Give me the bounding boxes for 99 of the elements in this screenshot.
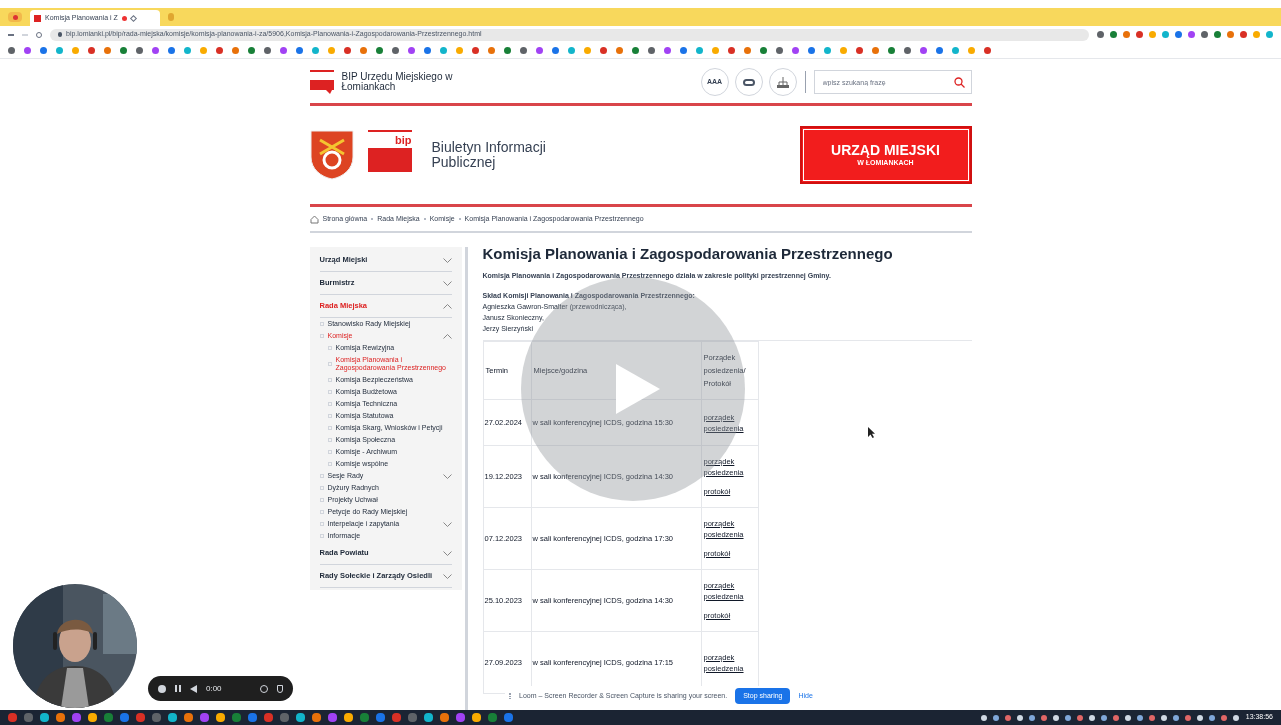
- bip-logo[interactable]: [309, 70, 334, 94]
- recording-time: 0:00: [206, 682, 222, 695]
- bip-logo-block: [367, 148, 412, 172]
- bullet-icon: [319, 322, 324, 326]
- bookmark-icon[interactable]: [280, 47, 287, 54]
- rewind-icon[interactable]: [190, 684, 197, 693]
- chevron-down-icon[interactable]: [442, 280, 452, 286]
- bookmark-icon[interactable]: [392, 47, 399, 54]
- bullet-icon: [327, 402, 332, 406]
- bookmark-icon[interactable]: [472, 47, 479, 54]
- bullet-icon: [319, 534, 324, 538]
- bookmark-icon[interactable]: [616, 47, 623, 54]
- bullet-icon: [319, 510, 324, 514]
- page-title: Komisja Planowania i Zagospodarowania Przestrzennego: [482, 245, 894, 263]
- bookmark-icon[interactable]: [952, 47, 959, 54]
- bookmark-icon[interactable]: [232, 47, 239, 54]
- audio-icon: [121, 15, 127, 21]
- chevron-up-icon[interactable]: [442, 303, 452, 309]
- bookmark-icon[interactable]: [184, 47, 191, 54]
- bullet-icon: [327, 390, 332, 394]
- bookmark-icon[interactable]: [680, 47, 687, 54]
- bullet-icon: [327, 462, 332, 466]
- bookmark-icon[interactable]: [56, 47, 63, 54]
- bookmark-icon[interactable]: [904, 47, 911, 54]
- bookmark-icon[interactable]: [728, 47, 735, 54]
- bookmark-icon[interactable]: [632, 47, 639, 54]
- bookmark-icon[interactable]: [856, 47, 863, 54]
- favicon-icon: [34, 14, 41, 22]
- bookmark-icon[interactable]: [296, 47, 303, 54]
- bullet-icon: [327, 438, 332, 442]
- bookmark-icon[interactable]: [568, 47, 575, 54]
- bookmark-icon[interactable]: [648, 47, 655, 54]
- bookmark-icon[interactable]: [536, 47, 543, 54]
- bullet-icon: [327, 450, 332, 454]
- sitemap-icon: [776, 76, 789, 88]
- bookmark-icon[interactable]: [168, 47, 175, 54]
- bullet-icon: [327, 414, 332, 418]
- bookmark-icon[interactable]: [920, 47, 927, 54]
- bookmark-icon[interactable]: [776, 47, 783, 54]
- bookmark-icon[interactable]: [936, 47, 943, 54]
- bullet-icon: [319, 474, 324, 478]
- play-icon: [615, 364, 660, 414]
- bookmark-icon[interactable]: [104, 47, 111, 54]
- chevron-down-icon[interactable]: [442, 521, 452, 527]
- site-name[interactable]: BIP Urzędu Miejskiego w Łomiankach: [341, 72, 492, 92]
- bullet-icon: [319, 522, 324, 526]
- chevron-down-icon[interactable]: [442, 550, 452, 556]
- bookmark-icon[interactable]: [376, 47, 383, 54]
- back-icon[interactable]: [8, 33, 14, 36]
- bookmark-icon[interactable]: [8, 47, 15, 54]
- bookmark-icon[interactable]: [216, 47, 223, 54]
- bookmark-icon[interactable]: [88, 47, 95, 54]
- bookmark-icon[interactable]: [120, 47, 127, 54]
- bookmark-icon[interactable]: [264, 47, 271, 54]
- bookmark-icon[interactable]: [360, 47, 367, 54]
- bookmark-icon[interactable]: [760, 47, 767, 54]
- bookmark-icon[interactable]: [312, 47, 319, 54]
- bookmark-icon[interactable]: [248, 47, 255, 54]
- banner-title: URZĄD MIEJSKI: [831, 141, 940, 158]
- stop-icon[interactable]: [158, 684, 166, 693]
- bookmark-icon[interactable]: [136, 47, 143, 54]
- bookmark-icon[interactable]: [552, 47, 559, 54]
- bookmark-icon[interactable]: [40, 47, 47, 54]
- bookmark-icon[interactable]: [792, 47, 799, 54]
- bookmark-icon[interactable]: [888, 47, 895, 54]
- bullet-icon: [327, 362, 332, 366]
- chevron-down-icon[interactable]: [442, 573, 452, 579]
- bookmark-icon[interactable]: [504, 47, 511, 54]
- bullet-icon: [319, 334, 324, 338]
- bookmark-icon[interactable]: [744, 47, 751, 54]
- pause-icon[interactable]: [175, 685, 181, 692]
- bookmark-icon[interactable]: [872, 47, 879, 54]
- bullet-icon: [319, 498, 324, 502]
- bullet-icon: [327, 426, 332, 430]
- coat-of-arms-icon: [309, 130, 354, 180]
- mouse-cursor-icon: [867, 427, 875, 438]
- chevron-down-icon[interactable]: [442, 257, 452, 263]
- bookmark-icon[interactable]: [408, 47, 415, 54]
- bookmark-icon[interactable]: [520, 47, 527, 54]
- bookmark-icon[interactable]: [808, 47, 815, 54]
- chevron-up-icon[interactable]: [442, 333, 452, 339]
- bookmark-icon[interactable]: [488, 47, 495, 54]
- bip-logo-text: bip: [395, 133, 412, 148]
- bookmark-icon[interactable]: [424, 47, 431, 54]
- chevron-down-icon[interactable]: [442, 473, 452, 479]
- bullet-icon: [319, 486, 324, 490]
- bullet-icon: [327, 346, 332, 350]
- bookmark-icon[interactable]: [664, 47, 671, 54]
- bookmark-icon[interactable]: [440, 47, 447, 54]
- bookmark-icon[interactable]: [824, 47, 831, 54]
- bookmark-icon[interactable]: [600, 47, 607, 54]
- home-icon[interactable]: [309, 214, 319, 224]
- bookmark-icon[interactable]: [24, 47, 31, 54]
- bookmark-icon[interactable]: [984, 47, 991, 54]
- bookmark-icon[interactable]: [696, 47, 703, 54]
- bookmark-icon[interactable]: [152, 47, 159, 54]
- bookmark-icon[interactable]: [344, 47, 351, 54]
- bullet-icon: [327, 378, 332, 382]
- bulletin-title: Biuletyn Informacji Publicznej: [431, 140, 547, 170]
